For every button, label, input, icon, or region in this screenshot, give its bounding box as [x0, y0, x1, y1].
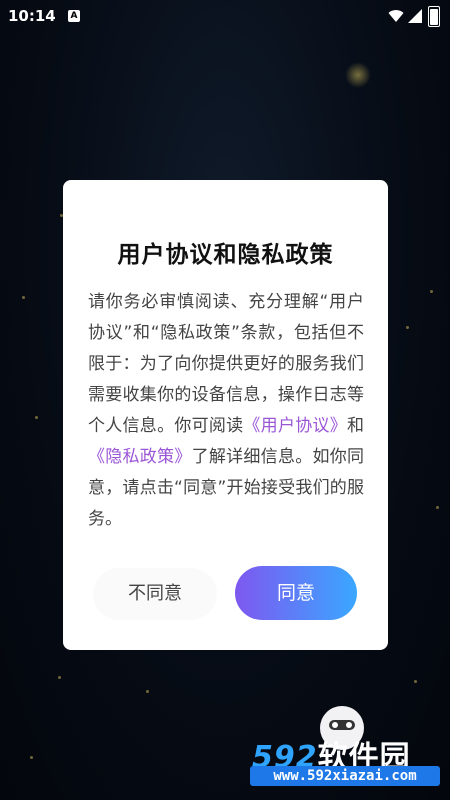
- status-time: 10:14: [8, 7, 56, 25]
- background-sparkle: [345, 62, 371, 88]
- signal-icon: [408, 9, 422, 23]
- body-text-part-1: 请你务必审慎阅读、充分理解“用户协议”和“隐私政策”条款，包括但不限于：为了向你…: [88, 292, 364, 436]
- background-sparkle: [414, 680, 417, 683]
- user-agreement-link[interactable]: 《用户协议》: [243, 416, 347, 436]
- disagree-button[interactable]: 不同意: [93, 568, 217, 620]
- status-bar: 10:14 A: [0, 0, 450, 34]
- background-sparkle: [436, 506, 439, 509]
- notification-icon: A: [68, 10, 80, 22]
- watermark-url: www.592xiazai.com: [250, 766, 440, 786]
- background-sparkle: [58, 676, 61, 679]
- dialog-body-text: 请你务必审慎阅读、充分理解“用户协议”和“隐私政策”条款，包括但不限于：为了向你…: [88, 287, 364, 535]
- background-sparkle: [406, 326, 409, 329]
- agree-button[interactable]: 同意: [235, 566, 357, 620]
- background-sparkle: [30, 756, 33, 759]
- body-text-part-2: 和: [347, 416, 365, 436]
- battery-icon: [428, 6, 440, 27]
- privacy-policy-link[interactable]: 《隐私政策》: [88, 447, 192, 467]
- wifi-icon: [388, 10, 404, 22]
- background-sparkle: [146, 690, 149, 693]
- privacy-agreement-dialog: 用户协议和隐私政策 请你务必审慎阅读、充分理解“用户协议”和“隐私政策”条款，包…: [63, 180, 388, 650]
- dialog-title: 用户协议和隐私政策: [117, 242, 334, 268]
- background-sparkle: [35, 416, 38, 419]
- background-sparkle: [430, 290, 433, 293]
- background-sparkle: [22, 296, 25, 299]
